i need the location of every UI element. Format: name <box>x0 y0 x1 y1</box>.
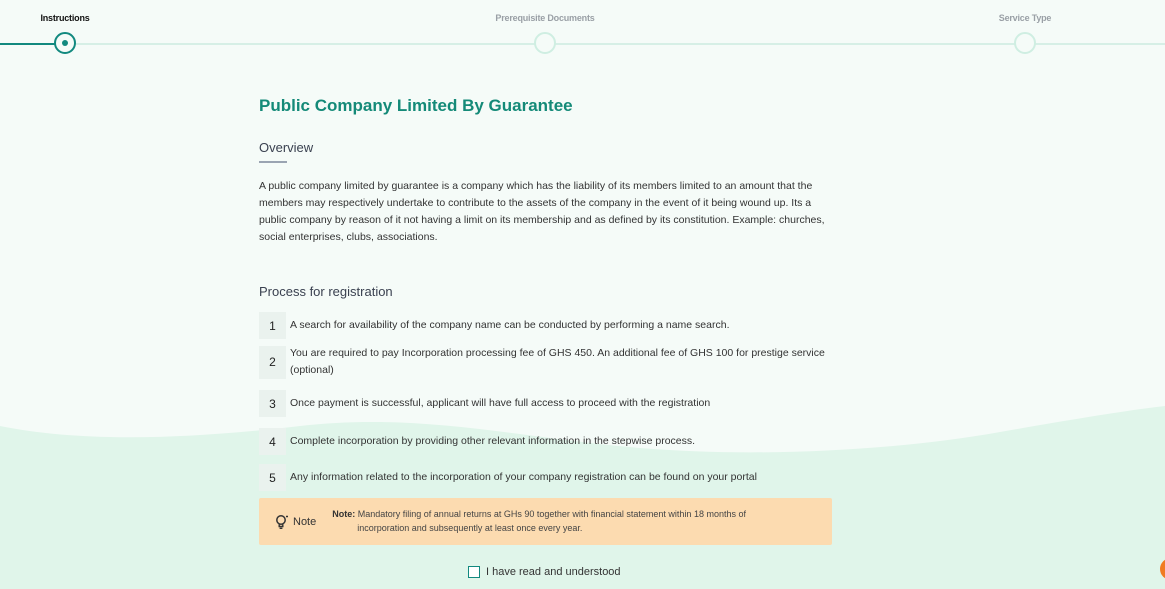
step-marker-instructions[interactable] <box>54 32 76 54</box>
step-number: 3 <box>259 390 286 417</box>
page-title: Public Company Limited By Guarantee <box>259 96 573 115</box>
process-step: 2 You are required to pay Incorporation … <box>259 345 834 379</box>
step-label-instructions[interactable]: Instructions <box>40 13 89 23</box>
step-number: 1 <box>259 312 286 339</box>
step-number: 2 <box>259 345 286 379</box>
step-label-service-type[interactable]: Service Type <box>999 13 1052 23</box>
agree-row[interactable]: I have read and understood <box>468 566 621 578</box>
step-marker-service-type[interactable] <box>1014 32 1036 54</box>
step-text: Any information related to the incorpora… <box>290 471 757 483</box>
step-text: Complete incorporation by providing othe… <box>290 435 696 447</box>
note-text: Note: Mandatory filing of annual returns… <box>332 507 792 535</box>
overview-heading: Overview <box>259 140 314 155</box>
step-text: You are required to pay Incorporation pr… <box>290 347 825 376</box>
step-label-prerequisite-documents[interactable]: Prerequisite Documents <box>495 13 594 23</box>
note-label: Note <box>293 515 317 528</box>
step-number: 4 <box>259 428 286 455</box>
step-number: 5 <box>259 464 286 491</box>
process-step: 1 A search for availability of the compa… <box>259 312 834 339</box>
overview-text: A public company limited by guarantee is… <box>259 180 825 243</box>
agree-checkbox[interactable] <box>468 566 480 578</box>
process-step: 4 Complete incorporation by providing ot… <box>259 428 834 455</box>
note-line-2: incorporation and subsequently at least … <box>357 522 583 533</box>
lightbulb-icon <box>276 514 288 529</box>
process-step: 5 Any information related to the incorpo… <box>259 464 834 491</box>
step-text: Once payment is successful, applicant wi… <box>290 397 711 409</box>
process-step: 3 Once payment is successful, applicant … <box>259 390 834 417</box>
instructions-panel: Public Company Limited By Guarantee Over… <box>259 96 834 545</box>
step-marker-prerequisite-documents[interactable] <box>534 32 556 54</box>
stepper-line-pending <box>76 43 1165 45</box>
step-text: A search for availability of the company… <box>290 319 730 331</box>
agree-label[interactable]: I have read and understood <box>486 566 621 578</box>
progress-stepper: Instructions Prerequisite Documents Serv… <box>0 0 1165 60</box>
process-heading: Process for registration <box>259 284 393 299</box>
note-prefix: Note: <box>332 508 356 519</box>
note-line-1: Mandatory filing of annual returns at GH… <box>357 508 746 519</box>
note-box: Note Note: Mandatory filing of annual re… <box>259 498 832 545</box>
stepper-line-complete <box>0 43 55 45</box>
overview-underline <box>259 161 287 163</box>
